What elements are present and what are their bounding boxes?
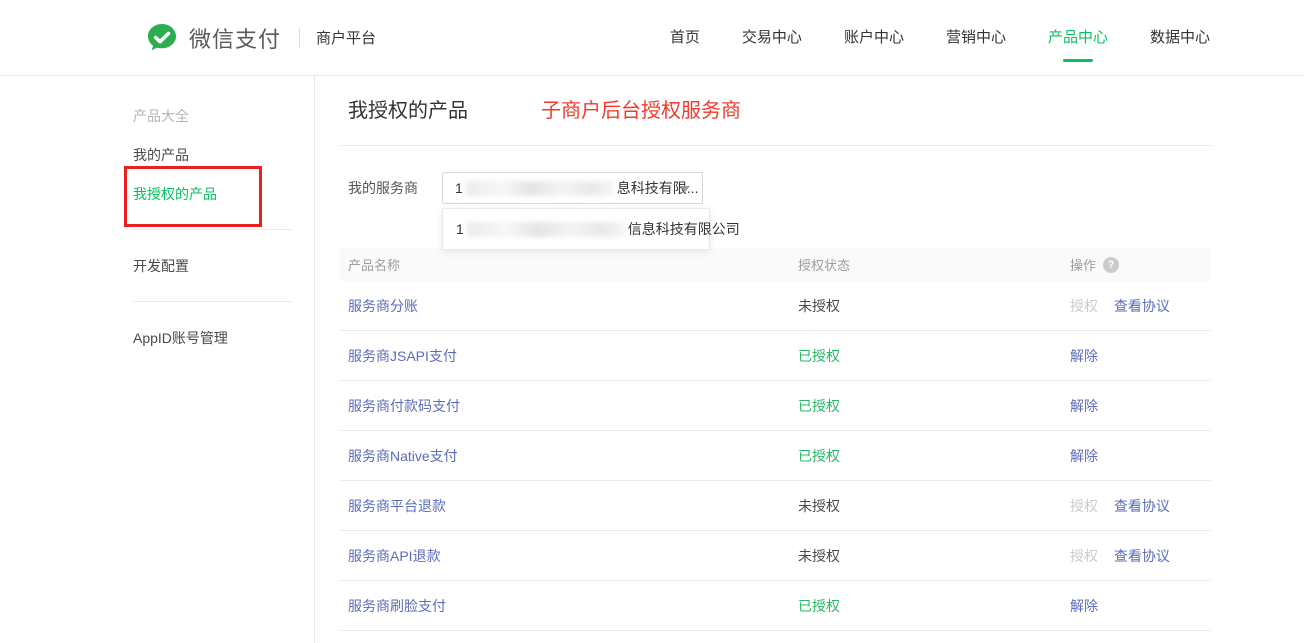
nav-item-home[interactable]: 首页 — [670, 0, 700, 76]
page-title: 我授权的产品 — [348, 97, 468, 125]
product-link[interactable]: 服务商分账 — [348, 298, 418, 314]
sidebar: 产品大全 我的产品 我授权的产品 开发配置 AppID账号管理 — [0, 76, 315, 643]
sidebar-divider — [133, 229, 293, 230]
status-badge: 未授权 — [798, 548, 840, 564]
product-link[interactable]: 服务商平台退款 — [348, 498, 446, 514]
col-header-auth-status: 授权状态 — [790, 255, 1062, 274]
revoke-link[interactable]: 解除 — [1070, 448, 1098, 464]
product-link[interactable]: 服务商Native支付 — [348, 448, 458, 464]
nav-item-marketing[interactable]: 营销中心 — [946, 0, 1006, 76]
status-badge: 已授权 — [798, 348, 840, 364]
sidebar-item-appid-management[interactable]: AppID账号管理 — [133, 328, 314, 348]
status-badge: 已授权 — [798, 448, 840, 464]
col-header-action: 操作 ? — [1062, 255, 1211, 274]
table-row: 服务商平台退款 未授权 授权 查看协议 — [340, 481, 1211, 531]
status-badge: 已授权 — [798, 598, 840, 614]
provider-select[interactable]: 1息科技有限... — [442, 172, 703, 204]
product-link[interactable]: 服务商API退款 — [348, 548, 441, 564]
product-link[interactable]: 服务商JSAPI支付 — [348, 348, 457, 364]
nav-item-trade[interactable]: 交易中心 — [742, 0, 802, 76]
revoke-link[interactable]: 解除 — [1070, 398, 1098, 414]
revoke-link[interactable]: 解除 — [1070, 598, 1098, 614]
sidebar-item-authorized-products[interactable]: 我授权的产品 — [133, 184, 314, 204]
table-row: 服务商Native支付 已授权 解除 — [340, 431, 1211, 481]
brand: 微信支付 商户平台 — [145, 21, 376, 55]
table-row: 服务商付款码支付 已授权 解除 — [340, 381, 1211, 431]
redacted-blur — [466, 181, 614, 196]
title-divider — [340, 145, 1211, 146]
brand-name: 微信支付 — [189, 22, 281, 54]
provider-dropdown-panel: 1信息科技有限公司 — [442, 208, 710, 250]
revoke-link[interactable]: 解除 — [1070, 348, 1098, 364]
sidebar-divider — [133, 301, 293, 302]
annotation-note: 子商户后台授权服务商 — [541, 97, 741, 125]
status-badge: 已授权 — [798, 398, 840, 414]
portal-name: 商户平台 — [316, 27, 376, 48]
provider-label: 我的服务商 — [348, 180, 418, 196]
product-link[interactable]: 服务商刷脸支付 — [348, 598, 446, 614]
top-header-bar: 微信支付 商户平台 首页 交易中心 账户中心 营销中心 产品中心 数据中心 — [0, 0, 1304, 76]
page-head: 我授权的产品 子商户后台授权服务商 — [340, 97, 1304, 125]
chevron-down-icon — [680, 186, 690, 192]
product-link[interactable]: 服务商付款码支付 — [348, 398, 460, 414]
status-badge: 未授权 — [798, 498, 840, 514]
main-content: 我授权的产品 子商户后台授权服务商 我的服务商 1息科技有限... 1信息科技有… — [315, 76, 1304, 643]
nav-item-account[interactable]: 账户中心 — [844, 0, 904, 76]
authorize-action[interactable]: 授权 — [1070, 548, 1098, 564]
redacted-blur — [467, 222, 625, 237]
view-agreement-link[interactable]: 查看协议 — [1114, 498, 1170, 514]
table-row: 服务商API退款 未授权 授权 查看协议 — [340, 531, 1211, 581]
brand-separator — [299, 28, 300, 48]
provider-dropdown-option[interactable]: 1信息科技有限公司 — [443, 209, 709, 249]
top-nav: 首页 交易中心 账户中心 营销中心 产品中心 数据中心 — [670, 0, 1210, 76]
table-row: 服务商刷脸支付 已授权 解除 — [340, 581, 1211, 631]
sidebar-item-product-catalog: 产品大全 — [133, 106, 314, 126]
provider-selected-text: 1息科技有限... — [455, 178, 698, 198]
nav-item-products[interactable]: 产品中心 — [1048, 0, 1108, 76]
help-icon[interactable]: ? — [1103, 257, 1119, 273]
wechat-pay-logo-icon — [145, 21, 179, 55]
products-table: 产品名称 授权状态 操作 ? 服务商分账 未授权 授权 查看协议 服务商JSAP… — [340, 248, 1211, 631]
table-row: 服务商分账 未授权 授权 查看协议 — [340, 281, 1211, 331]
authorize-action[interactable]: 授权 — [1070, 298, 1098, 314]
provider-filter-row: 我的服务商 1息科技有限... 1信息科技有限公司 — [340, 172, 1211, 204]
view-agreement-link[interactable]: 查看协议 — [1114, 298, 1170, 314]
authorize-action[interactable]: 授权 — [1070, 498, 1098, 514]
nav-item-data[interactable]: 数据中心 — [1150, 0, 1210, 76]
table-header-row: 产品名称 授权状态 操作 ? — [340, 248, 1211, 281]
table-row: 服务商JSAPI支付 已授权 解除 — [340, 331, 1211, 381]
sidebar-item-my-products[interactable]: 我的产品 — [133, 145, 314, 165]
sidebar-item-dev-config[interactable]: 开发配置 — [133, 256, 314, 276]
status-badge: 未授权 — [798, 298, 840, 314]
view-agreement-link[interactable]: 查看协议 — [1114, 548, 1170, 564]
col-header-product-name: 产品名称 — [340, 255, 790, 274]
